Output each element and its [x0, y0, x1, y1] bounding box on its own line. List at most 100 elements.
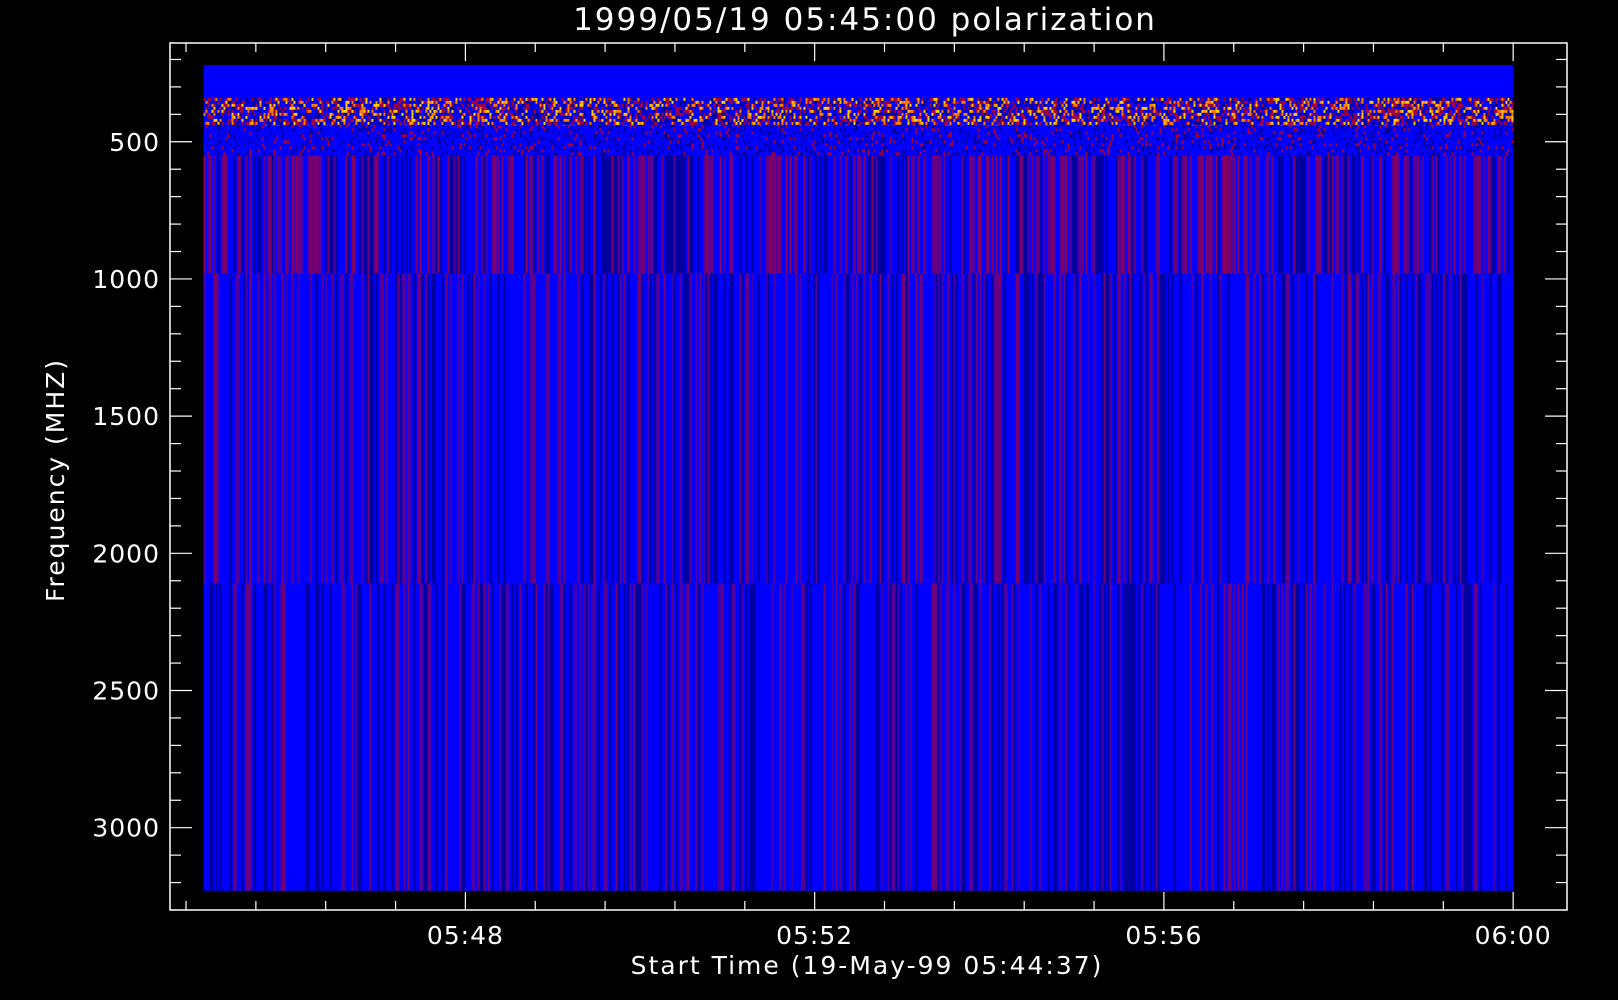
speck: [307, 140, 310, 144]
speck: [1445, 112, 1448, 116]
speck: [457, 121, 460, 125]
speck: [791, 115, 794, 119]
x-axis-label: Start Time (19-May-99 05:44:37): [631, 951, 1104, 980]
speck: [1471, 112, 1474, 116]
speck: [1127, 109, 1130, 113]
speck: [1483, 112, 1486, 116]
speck: [677, 112, 680, 116]
speck: [1161, 118, 1164, 122]
speck: [1291, 106, 1294, 110]
speck: [1411, 115, 1414, 119]
speck: [795, 100, 798, 104]
speck: [1401, 100, 1404, 104]
speck: [209, 143, 212, 147]
speck: [601, 106, 604, 110]
speck: [677, 106, 680, 110]
speck: [1261, 118, 1264, 122]
speck: [1081, 109, 1084, 113]
speck: [685, 106, 688, 110]
speck: [217, 125, 220, 129]
speck: [213, 112, 216, 116]
speck: [1155, 103, 1158, 107]
speck: [417, 131, 420, 135]
speck: [603, 112, 606, 116]
speck: [369, 140, 372, 144]
speck: [1011, 106, 1014, 110]
speck: [691, 143, 694, 147]
speck: [925, 106, 928, 110]
speck: [615, 143, 618, 147]
speck: [665, 97, 668, 101]
speck: [1271, 112, 1274, 116]
speck: [743, 100, 746, 104]
speck: [815, 106, 818, 110]
speck: [337, 112, 340, 116]
speck: [1167, 97, 1170, 101]
speck: [1253, 100, 1256, 104]
speck: [459, 146, 462, 150]
speck: [1209, 109, 1212, 113]
speck: [259, 125, 262, 129]
speck: [241, 106, 244, 110]
speck: [1061, 103, 1064, 107]
speck: [1489, 121, 1492, 125]
speck: [1397, 100, 1400, 104]
speck: [281, 131, 284, 135]
speck: [281, 109, 284, 113]
speck: [1159, 109, 1162, 113]
speck: [1043, 106, 1046, 110]
speck: [1437, 97, 1440, 101]
speck: [315, 118, 318, 122]
speck: [1121, 112, 1124, 116]
speck: [551, 109, 554, 113]
speck: [453, 131, 456, 135]
speck: [641, 152, 644, 156]
speck: [937, 115, 940, 119]
speck: [581, 103, 584, 107]
speck: [537, 112, 540, 116]
speck: [985, 112, 988, 116]
speck: [1199, 100, 1202, 104]
speck: [279, 118, 282, 122]
speck: [1077, 100, 1080, 104]
speck: [981, 112, 984, 116]
speck: [771, 115, 774, 119]
speck: [847, 100, 850, 104]
speck: [1067, 103, 1070, 107]
speck: [711, 118, 714, 122]
speck: [447, 109, 450, 113]
speck: [571, 152, 574, 156]
speck: [781, 106, 784, 110]
speck: [899, 118, 902, 122]
speck: [799, 100, 802, 104]
speck: [229, 134, 232, 138]
speck: [1447, 109, 1450, 113]
speck: [419, 109, 422, 113]
speck: [1381, 106, 1384, 110]
speck: [723, 112, 726, 116]
speck: [1391, 112, 1394, 116]
speck: [823, 112, 826, 116]
speck: [403, 97, 406, 101]
speck: [1393, 109, 1396, 113]
speck: [1021, 100, 1024, 104]
speck: [335, 106, 338, 110]
speck: [1093, 103, 1096, 107]
speck: [1491, 103, 1494, 107]
speck: [617, 100, 620, 104]
speck: [361, 143, 364, 147]
speck: [271, 112, 274, 116]
speck: [1459, 100, 1462, 104]
speck: [1181, 100, 1184, 104]
speck: [1063, 109, 1066, 113]
speck: [493, 137, 496, 141]
speck: [1075, 115, 1078, 119]
speck: [1233, 118, 1236, 122]
speck: [1335, 97, 1338, 101]
speck: [581, 109, 584, 113]
speck: [351, 103, 354, 107]
speck: [223, 131, 226, 135]
speck: [375, 97, 378, 101]
speck: [239, 97, 242, 101]
speck: [1269, 97, 1272, 101]
